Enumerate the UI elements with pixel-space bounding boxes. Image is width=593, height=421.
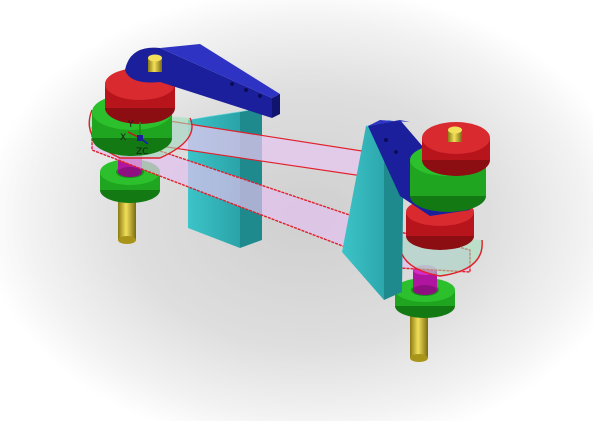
right-top-pin[interactable] bbox=[448, 126, 462, 143]
triad-y-label: Y bbox=[127, 120, 134, 130]
triad-x-label: X bbox=[120, 133, 126, 143]
cad-model-scene[interactable]: X Y ZC bbox=[0, 0, 593, 421]
cad-viewport[interactable]: X Y ZC bbox=[0, 0, 593, 421]
triad-z-label: ZC bbox=[136, 147, 148, 157]
left-top-pin[interactable] bbox=[148, 54, 162, 73]
